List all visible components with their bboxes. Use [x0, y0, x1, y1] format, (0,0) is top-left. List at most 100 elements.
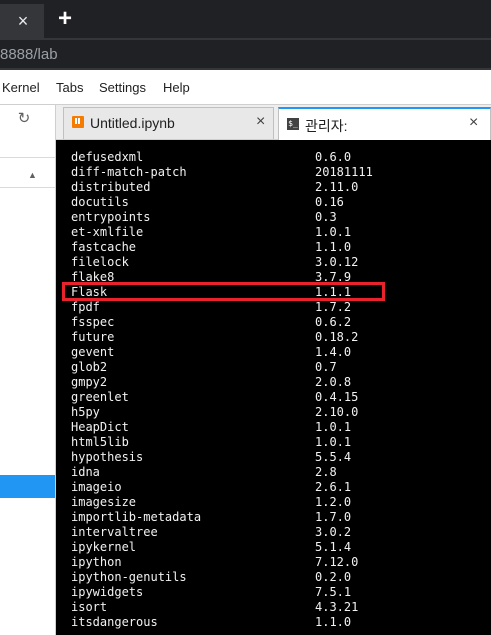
- package-row: HeapDict 1.0.1: [71, 420, 481, 435]
- package-row: greenlet 0.4.15: [71, 390, 481, 405]
- menu-bar: Kernel Tabs Settings Help: [0, 70, 491, 105]
- package-row: ipython 7.12.0: [71, 555, 481, 570]
- package-version: 0.16: [315, 195, 344, 209]
- package-row: idna 2.8: [71, 465, 481, 480]
- document-tab-bar: Untitled.ipynb × $_ 관리자: ×: [56, 105, 491, 140]
- package-version: 1.0.1: [315, 225, 352, 239]
- package-name: docutils: [71, 195, 129, 209]
- package-version: 20181111: [315, 165, 373, 179]
- package-name: html5lib: [71, 435, 129, 449]
- package-name: intervaltree: [71, 525, 158, 539]
- panel-divider: [0, 157, 55, 158]
- package-row: hypothesis 5.5.4: [71, 450, 481, 465]
- package-row: et-xmlfile 1.0.1: [71, 225, 481, 240]
- package-row: intervaltree 3.0.2: [71, 525, 481, 540]
- package-name: filelock: [71, 255, 129, 269]
- package-name: hypothesis: [71, 450, 144, 464]
- package-name: flake8: [71, 270, 115, 284]
- package-row: filelock 3.0.12: [71, 255, 481, 270]
- menu-kernel[interactable]: Kernel: [2, 80, 40, 95]
- package-name: isort: [71, 600, 108, 614]
- package-row: future 0.18.2: [71, 330, 481, 345]
- package-name: gmpy2: [71, 375, 108, 389]
- package-row: fpdf 1.7.2: [71, 300, 481, 315]
- package-row: distributed 2.11.0: [71, 180, 481, 195]
- package-name: et-xmlfile: [71, 225, 144, 239]
- new-tab-button[interactable]: +: [54, 7, 76, 31]
- menu-tabs[interactable]: Tabs: [56, 80, 83, 95]
- url-field[interactable]: 8888/lab: [0, 40, 491, 68]
- terminal-icon: $_: [287, 118, 299, 130]
- package-name: fpdf: [71, 300, 100, 314]
- selected-file-row[interactable]: [0, 475, 55, 498]
- package-name: idna: [71, 465, 100, 479]
- sort-up-icon[interactable]: ▲: [28, 169, 40, 181]
- package-version: 0.4.15: [315, 390, 359, 404]
- package-version: 1.4.0: [315, 345, 352, 359]
- package-version: 0.6.0: [315, 150, 352, 164]
- terminal-output[interactable]: defusedxml 0.6.0 diff-match-patch 20181111 d…: [56, 140, 491, 635]
- package-name: greenlet: [71, 390, 129, 404]
- package-name: itsdangerous: [71, 615, 158, 629]
- package-version: 2.10.0: [315, 405, 359, 419]
- browser-tab-strip: × +: [0, 0, 491, 38]
- package-version: 0.2.0: [315, 570, 352, 584]
- package-row: gmpy2 2.0.8: [71, 375, 481, 390]
- package-version: 4.3.21: [315, 600, 359, 614]
- package-row: gevent 1.4.0: [71, 345, 481, 360]
- package-name: imagesize: [71, 495, 137, 509]
- package-version: 3.7.9: [315, 270, 352, 284]
- package-row: flake8 3.7.9: [71, 270, 481, 285]
- package-row: docutils 0.16: [71, 195, 481, 210]
- package-row: ipykernel 5.1.4: [71, 540, 481, 555]
- package-version: 1.1.0: [315, 240, 352, 254]
- package-version: 1.1.0: [315, 615, 352, 629]
- package-version: 0.18.2: [315, 330, 359, 344]
- package-name: glob2: [71, 360, 108, 374]
- close-icon[interactable]: ×: [256, 114, 265, 130]
- menu-help[interactable]: Help: [163, 80, 190, 95]
- tab-terminal[interactable]: $_ 관리자: ×: [278, 107, 491, 140]
- panel-divider: [0, 187, 55, 188]
- notebook-icon: [72, 116, 84, 128]
- address-bar: 8888/lab: [0, 38, 491, 70]
- package-version: 2.8: [315, 465, 337, 479]
- package-row: fastcache 1.1.0: [71, 240, 481, 255]
- package-version: 1.7.2: [315, 300, 352, 314]
- package-row: importlib-metadata 1.7.0: [71, 510, 481, 525]
- tab-untitled-notebook[interactable]: Untitled.ipynb ×: [63, 107, 274, 139]
- package-name: ipython-genutils: [71, 570, 187, 584]
- package-row: glob2 0.7: [71, 360, 481, 375]
- package-row: ipywidgets 7.5.1: [71, 585, 481, 600]
- package-name: defusedxml: [71, 150, 144, 164]
- package-version: 1.1.1: [315, 285, 352, 299]
- package-name: fastcache: [71, 240, 137, 254]
- package-version: 2.0.8: [315, 375, 352, 389]
- package-row: Flask 1.1.1: [71, 285, 481, 300]
- package-name: h5py: [71, 405, 100, 419]
- package-name: future: [71, 330, 115, 344]
- package-row: h5py 2.10.0: [71, 405, 481, 420]
- package-row: ipython-genutils 0.2.0: [71, 570, 481, 585]
- package-name: diff-match-patch: [71, 165, 187, 179]
- menu-settings[interactable]: Settings: [99, 80, 146, 95]
- package-row: html5lib 1.0.1: [71, 435, 481, 450]
- package-name: imageio: [71, 480, 122, 494]
- refresh-icon[interactable]: ↻: [16, 111, 32, 127]
- package-version: 7.12.0: [315, 555, 359, 569]
- close-tab-icon[interactable]: ×: [14, 12, 32, 30]
- package-version: 1.7.0: [315, 510, 352, 524]
- package-name: ipywidgets: [71, 585, 144, 599]
- package-name: distributed: [71, 180, 151, 194]
- package-row: entrypoints 0.3: [71, 210, 481, 225]
- close-icon[interactable]: ×: [469, 115, 478, 131]
- tab-label: Untitled.ipynb: [90, 115, 175, 131]
- file-browser-panel: ↻ ▲: [0, 105, 56, 635]
- package-version: 3.0.12: [315, 255, 359, 269]
- package-version: 2.6.1: [315, 480, 352, 494]
- package-row: itsdangerous 1.1.0: [71, 615, 481, 630]
- package-version: 2.11.0: [315, 180, 359, 194]
- package-version: 1.2.0: [315, 495, 352, 509]
- browser-tab[interactable]: ×: [0, 4, 44, 38]
- package-version: 0.3: [315, 210, 337, 224]
